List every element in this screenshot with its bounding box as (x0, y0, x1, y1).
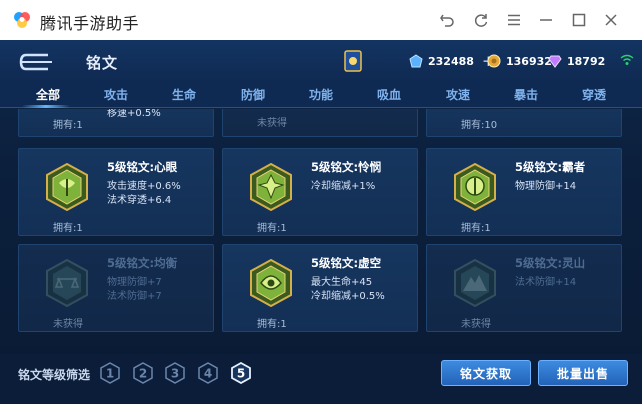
level-filter-4[interactable]: 4 (197, 362, 219, 384)
level-number: 2 (139, 367, 147, 381)
gold-coin-icon (487, 54, 501, 68)
rune-card-bazhe[interactable]: 5级铭文:霸者 物理防御+14 拥有:1 (426, 148, 622, 236)
rune-owned-count: 未获得 (257, 118, 287, 129)
tab-attack-speed[interactable]: 攻速 (446, 86, 470, 103)
rune-void-icon (250, 259, 292, 307)
rune-card-lianmin[interactable]: 5级铭文:怜悯 冷却缩减+1% 拥有:1 (222, 148, 418, 236)
rune-stat: 攻击速度+0.6% (107, 181, 181, 192)
level-number: 1 (106, 367, 114, 381)
rune-card-xukong[interactable]: 5级铭文:虚空 最大生命+45 冷却缩减+0.5% 拥有:1 (222, 244, 418, 332)
rune-card[interactable]: 拥有:10 (426, 109, 622, 137)
refresh-icon[interactable] (471, 10, 491, 30)
acquire-rune-button[interactable]: 铭文获取 (441, 360, 531, 386)
tab-critical[interactable]: 暴击 (514, 86, 538, 103)
diamond-coin-icon (409, 54, 423, 68)
rune-name: 5级铭文:霸者 (515, 160, 586, 174)
back-arrow-icon[interactable] (18, 52, 56, 72)
tab-defense[interactable]: 防御 (241, 86, 265, 103)
rune-stat: 冷却缩减+0.5% (311, 291, 385, 302)
window-titlebar: 腾讯手游助手 (0, 0, 642, 40)
rune-stat: 最大生命+45 (311, 277, 373, 288)
gem-icon (548, 55, 562, 68)
rune-stat: 物理防御+7 (107, 277, 162, 288)
currency-gem: 18792 (548, 54, 605, 68)
level-number: 5 (237, 367, 245, 381)
tab-all[interactable]: 全部 (36, 86, 60, 103)
active-tab-indicator (22, 105, 70, 108)
rune-name: 5级铭文:怜悯 (311, 160, 382, 174)
rune-owned-count: 拥有:1 (257, 319, 287, 330)
currency-value: 136932 (506, 54, 552, 68)
rune-card-lingshan[interactable]: 5级铭文:灵山 法术防御+14 未获得 (426, 244, 622, 332)
rune-card-icon[interactable] (343, 49, 363, 73)
rune-owned-count: 拥有:1 (53, 223, 83, 234)
currency-diamond-coin: 232488 + (409, 54, 495, 69)
rune-name: 5级铭文:心眼 (107, 160, 178, 174)
rune-card-xinyan[interactable]: 5级铭文:心眼 攻击速度+0.6% 法术穿透+6.4 拥有:1 (18, 148, 214, 236)
level-filter-2[interactable]: 2 (132, 362, 154, 384)
rune-balance-icon (46, 259, 88, 307)
rune-owned-count: 未获得 (461, 319, 491, 330)
rune-leaf-icon (46, 163, 88, 211)
rune-grid: 移速+0.5% 拥有:1 未获得 拥有:10 5级铭文:心眼 攻击速度+0.6%… (0, 109, 642, 364)
rune-name: 5级铭文:均衡 (107, 256, 178, 270)
level-filter-3[interactable]: 3 (164, 362, 186, 384)
rune-stat: 移速+0.5% (107, 109, 161, 119)
rune-owned-count: 拥有:10 (461, 120, 498, 131)
bottom-bar: 铭文等级筛选 1 2 3 4 5 铭文获取 批量出售 (0, 354, 642, 404)
minimize-icon[interactable] (536, 10, 556, 30)
maximize-icon[interactable] (569, 10, 589, 30)
tab-lifesteal[interactable]: 吸血 (377, 86, 401, 103)
rune-mountain-icon (454, 259, 496, 307)
rune-name: 5级铭文:灵山 (515, 256, 586, 270)
menu-icon[interactable] (504, 10, 524, 30)
tab-health[interactable]: 生命 (172, 86, 196, 103)
game-header: 铭文 232488 + 136932 18792 (0, 40, 642, 82)
tab-penetration[interactable]: 穿透 (582, 86, 606, 103)
rune-card[interactable]: 未获得 (222, 109, 418, 137)
rune-shield-icon (454, 163, 496, 211)
level-number: 3 (171, 367, 179, 381)
rune-owned-count: 拥有:1 (461, 223, 491, 234)
wifi-icon (620, 54, 634, 65)
level-filter-1[interactable]: 1 (99, 362, 121, 384)
rune-name: 5级铭文:虚空 (311, 256, 382, 270)
close-icon[interactable] (601, 10, 621, 30)
tab-function[interactable]: 功能 (309, 86, 333, 103)
rune-owned-count: 未获得 (53, 319, 83, 330)
category-tabs: 全部 攻击 生命 防御 功能 吸血 攻速 暴击 穿透 (0, 82, 642, 108)
level-filter-5[interactable]: 5 (230, 362, 252, 384)
rune-stat: 冷却缩减+1% (311, 181, 376, 192)
game-screen: 铭文 232488 + 136932 18792 (0, 40, 642, 404)
rune-owned-count: 拥有:1 (53, 120, 83, 131)
rune-card[interactable]: 移速+0.5% 拥有:1 (18, 109, 214, 137)
back-icon[interactable] (437, 10, 457, 30)
app-logo-icon (14, 12, 30, 28)
tab-attack[interactable]: 攻击 (104, 86, 128, 103)
rune-stat: 法术穿透+6.4 (107, 195, 172, 206)
currency-value: 232488 (428, 54, 474, 68)
rune-stat: 法术防御+7 (107, 291, 162, 302)
rune-card-junheng[interactable]: 5级铭文:均衡 物理防御+7 法术防御+7 未获得 (18, 244, 214, 332)
rune-owned-count: 拥有:1 (257, 223, 287, 234)
level-number: 4 (204, 367, 212, 381)
currency-gold-coin: 136932 (487, 54, 552, 68)
level-filter-label: 铭文等级筛选 (18, 368, 91, 382)
window-title: 腾讯手游助手 (40, 14, 140, 33)
rune-stat: 物理防御+14 (515, 181, 577, 192)
currency-value: 18792 (567, 54, 606, 68)
batch-sell-button[interactable]: 批量出售 (538, 360, 628, 386)
page-title: 铭文 (86, 54, 119, 72)
rune-stat: 法术防御+14 (515, 277, 577, 288)
rune-star-icon (250, 163, 292, 211)
